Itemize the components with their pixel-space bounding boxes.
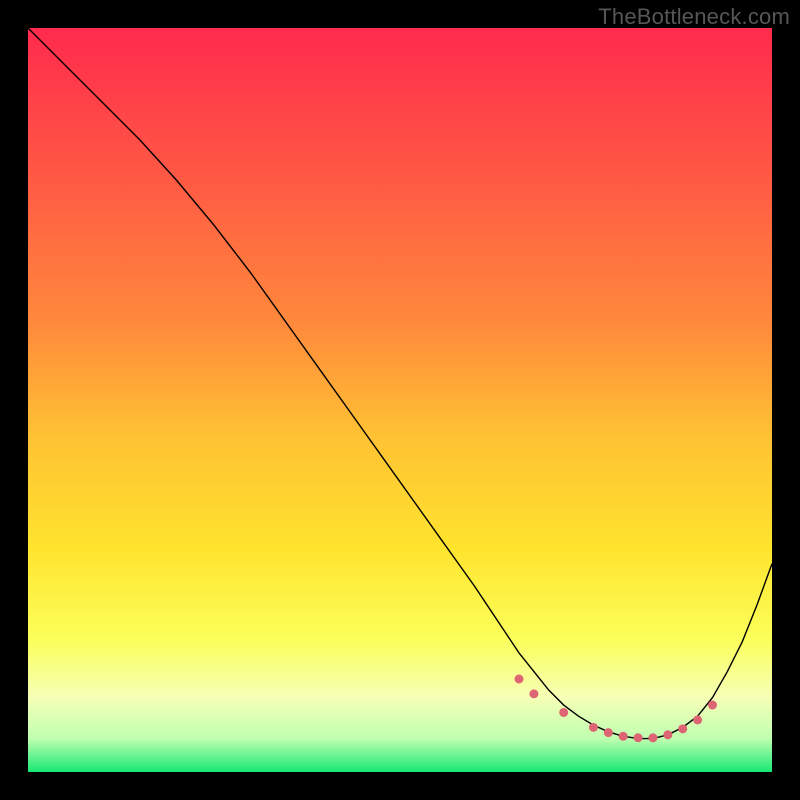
pink-dot [619, 732, 628, 741]
pink-dot [693, 715, 702, 724]
pink-dot [559, 708, 568, 717]
watermark-text: TheBottleneck.com [598, 4, 790, 30]
pink-dot [515, 675, 524, 684]
bottleneck-chart [28, 28, 772, 772]
pink-dot [589, 723, 598, 732]
pink-dot [708, 701, 717, 710]
pink-dot [634, 733, 643, 742]
chart-container: TheBottleneck.com [0, 0, 800, 800]
pink-dot [648, 733, 657, 742]
pink-dot [529, 689, 538, 698]
pink-dot [663, 730, 672, 739]
pink-dot [604, 728, 613, 737]
pink-dot [678, 724, 687, 733]
